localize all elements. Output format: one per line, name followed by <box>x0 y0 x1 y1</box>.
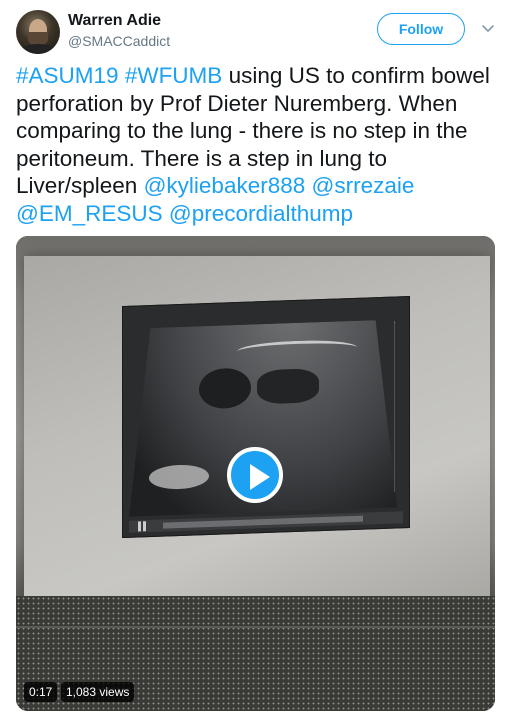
video-views-badge: 1,083 views <box>61 682 135 702</box>
tweet-header: Warren Adie @SMACCaddict Follow <box>0 0 506 60</box>
chevron-down-icon[interactable] <box>480 20 496 36</box>
ultrasound-image <box>122 295 410 539</box>
play-button[interactable] <box>227 447 283 503</box>
panel-divider <box>16 626 495 628</box>
tweet-link[interactable]: @precordialthump <box>169 201 353 226</box>
video-duration-badge: 0:17 <box>24 682 58 702</box>
tweet-link[interactable]: #ASUM19 <box>16 63 119 88</box>
depth-scale <box>394 321 405 492</box>
ultrasound-dark-region <box>199 368 251 410</box>
play-icon <box>250 464 270 490</box>
ultrasound-echo <box>149 464 209 490</box>
follow-button[interactable]: Follow <box>377 13 465 45</box>
avatar[interactable] <box>16 10 60 54</box>
ultrasound-echo <box>237 339 357 360</box>
pause-icon <box>137 521 147 531</box>
tweet-link[interactable]: @srrezaie <box>312 173 415 198</box>
ultrasound-track <box>163 515 363 529</box>
video-player[interactable]: 0:17 1,083 views <box>16 236 495 711</box>
user-name[interactable]: Warren Adie <box>68 12 161 30</box>
user-handle[interactable]: @SMACCaddict <box>68 33 170 49</box>
tweet-text: #ASUM19 #WFUMB using US to confirm bowel… <box>16 62 492 227</box>
avatar-shoulder <box>18 44 58 54</box>
projection-screen <box>24 256 490 601</box>
tweet-link[interactable]: @EM_RESUS <box>16 201 163 226</box>
ultrasound-dark-region <box>257 368 319 404</box>
tweet-link[interactable]: #WFUMB <box>125 63 223 88</box>
tweet-link[interactable]: @kyliebaker888 <box>144 173 306 198</box>
